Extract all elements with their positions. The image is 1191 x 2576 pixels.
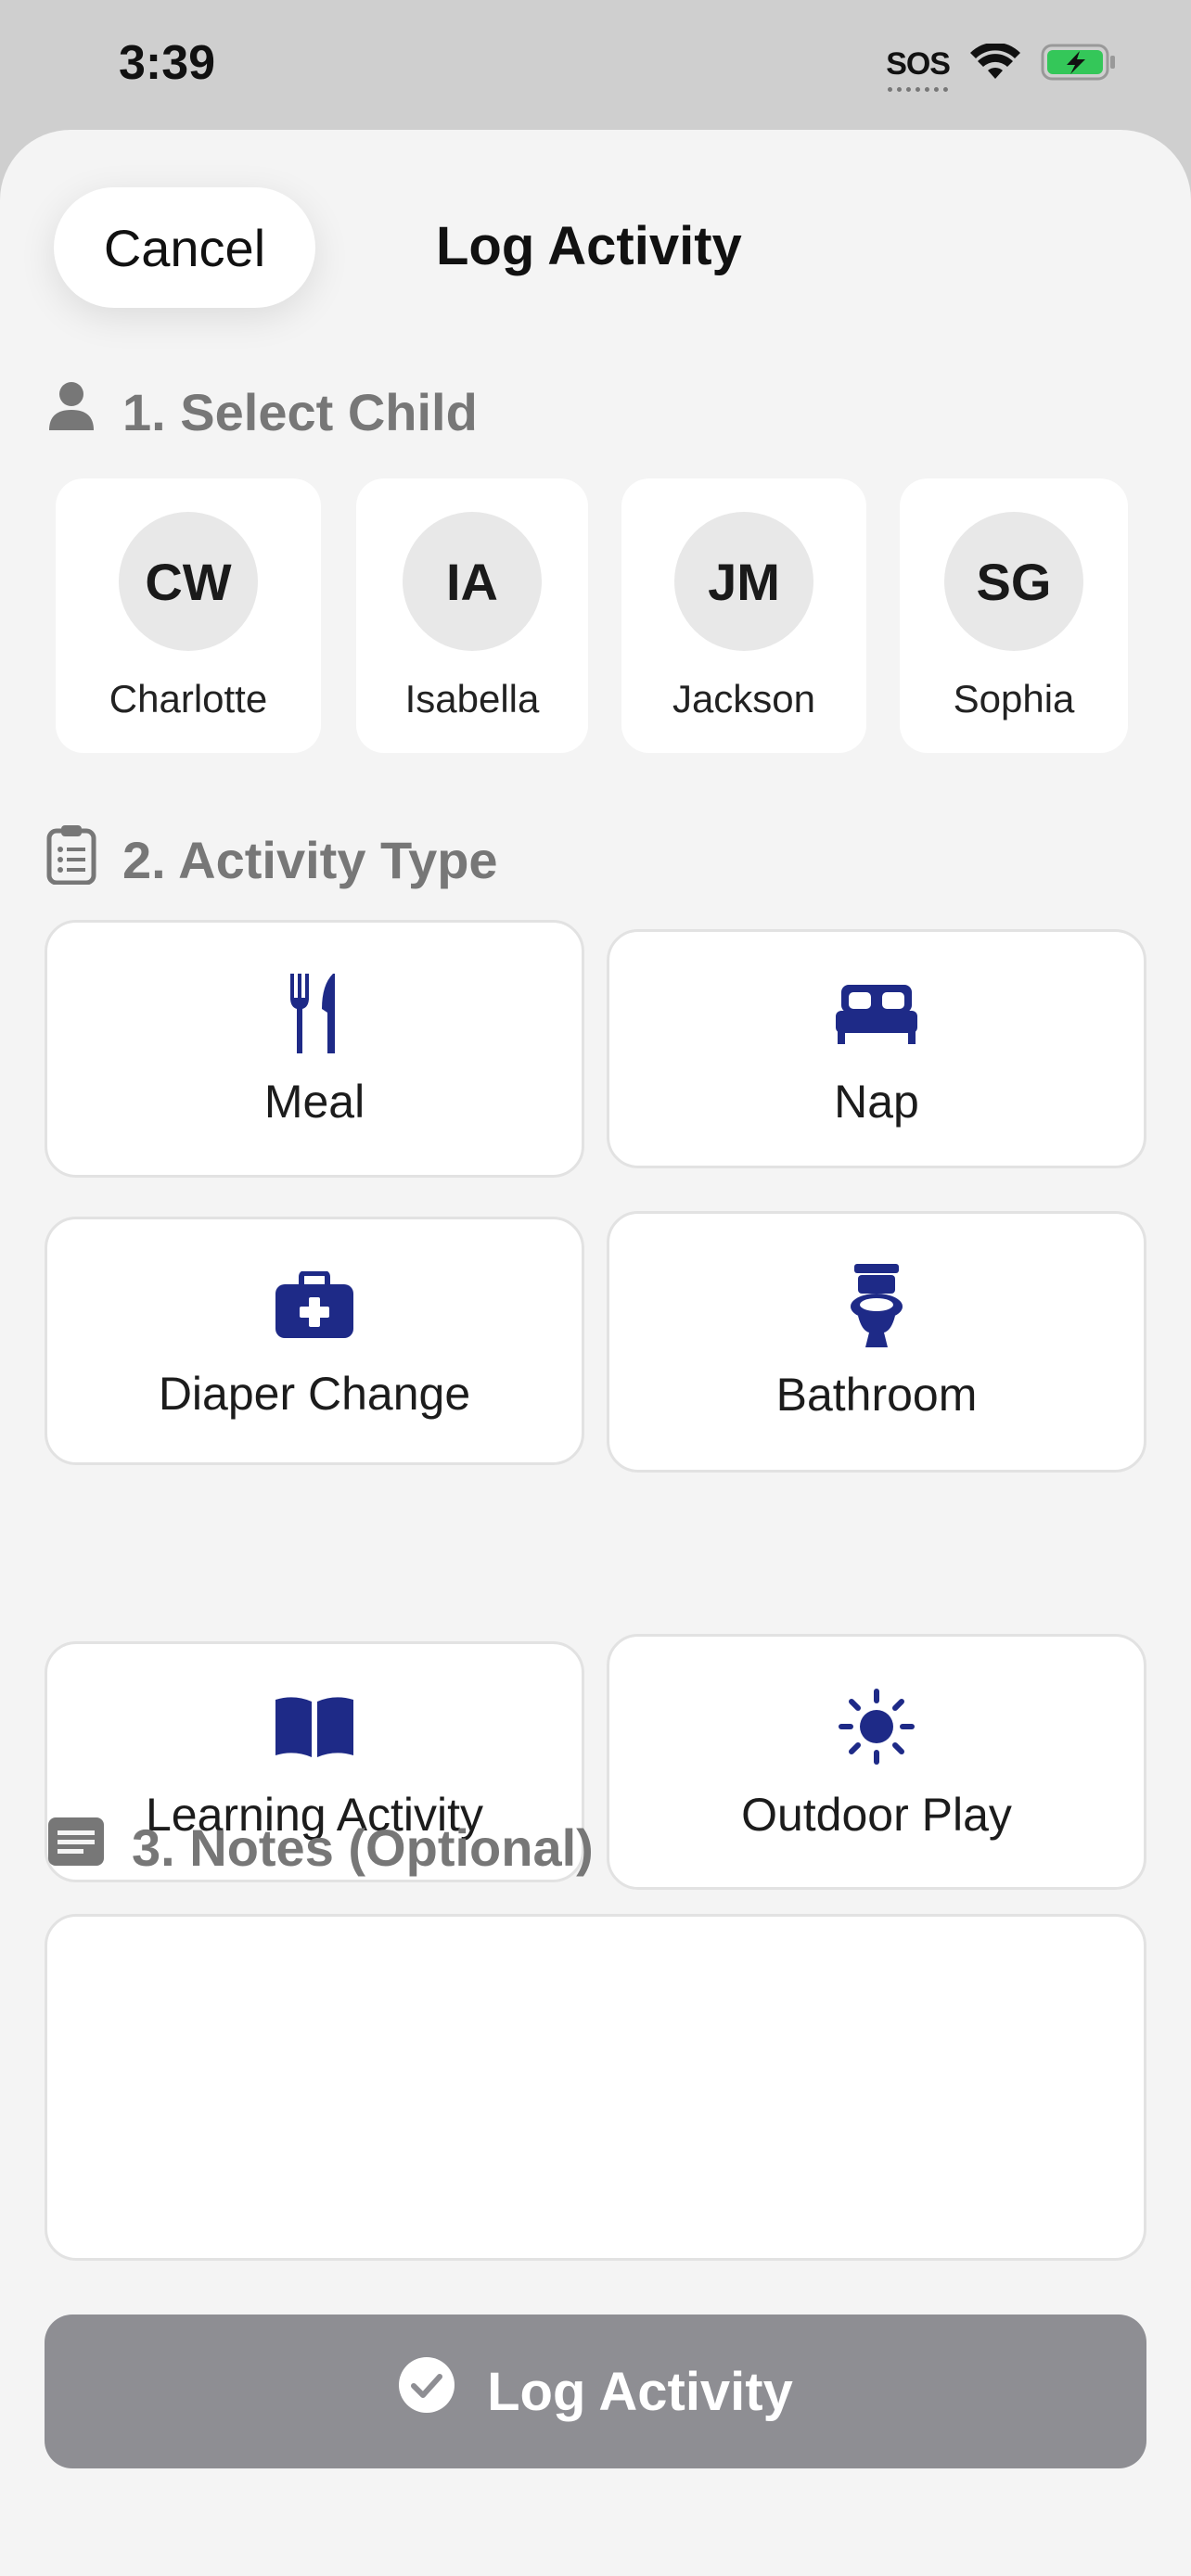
- avatar: CW: [119, 512, 258, 651]
- activity-card-outdoor-play[interactable]: Outdoor Play: [607, 1634, 1146, 1890]
- child-name: Isabella: [404, 677, 540, 721]
- section-header-select-child: 1. Select Child: [46, 380, 478, 444]
- child-card-charlotte[interactable]: CW Charlotte: [56, 478, 321, 753]
- child-card-jackson[interactable]: JM Jackson: [621, 478, 866, 753]
- battery-charging-icon: [1041, 43, 1117, 86]
- log-activity-sheet: Cancel Log Activity 1. Select Child CW C…: [0, 130, 1191, 2576]
- avatar: JM: [674, 512, 813, 651]
- page-title: Log Activity: [436, 216, 742, 276]
- toilet-icon: [849, 1262, 904, 1351]
- activity-card-meal[interactable]: Meal: [45, 920, 584, 1178]
- clipboard-icon: [46, 823, 96, 897]
- submit-label: Log Activity: [487, 2361, 793, 2422]
- activity-card-diaper-change[interactable]: Diaper Change: [45, 1217, 584, 1465]
- avatar: IA: [403, 512, 542, 651]
- activity-label: Outdoor Play: [741, 1789, 1012, 1841]
- avatar: SG: [944, 512, 1083, 651]
- activity-label: Diaper Change: [158, 1368, 471, 1420]
- cancel-button[interactable]: Cancel: [54, 187, 315, 308]
- activity-label: Bathroom: [775, 1369, 978, 1421]
- child-name: Sophia: [953, 677, 1075, 721]
- utensils-icon: [287, 969, 342, 1058]
- child-name: Jackson: [672, 677, 816, 721]
- activity-label: Meal: [263, 1076, 365, 1128]
- sun-icon: [838, 1682, 916, 1771]
- activity-label: Nap: [834, 1076, 919, 1128]
- child-name: Charlotte: [109, 677, 268, 721]
- person-icon: [46, 380, 96, 444]
- log-activity-button[interactable]: Log Activity: [45, 2315, 1146, 2468]
- medical-kit-icon: [274, 1261, 355, 1350]
- section-header-activity-type: 2. Activity Type: [46, 823, 498, 897]
- section-header-notes: 3. Notes (Optional): [46, 1816, 594, 1880]
- section-title: 2. Activity Type: [122, 831, 498, 889]
- notes-icon: [46, 1816, 106, 1880]
- wifi-icon: [970, 42, 1020, 85]
- child-card-isabella[interactable]: IA Isabella: [356, 478, 588, 753]
- section-title: 1. Select Child: [122, 383, 478, 441]
- child-card-sophia[interactable]: SG Sophia: [900, 478, 1128, 753]
- status-indicators: SOS: [886, 42, 1117, 92]
- status-time: 3:39: [119, 36, 216, 90]
- check-circle-icon: [398, 2356, 455, 2427]
- notes-input[interactable]: [45, 1914, 1146, 2261]
- section-title: 3. Notes (Optional): [132, 1818, 594, 1877]
- activity-card-bathroom[interactable]: Bathroom: [607, 1211, 1146, 1473]
- status-bar: 3:39 SOS: [0, 0, 1191, 130]
- sos-indicator: SOS: [886, 46, 951, 92]
- bed-icon: [834, 969, 919, 1058]
- activity-card-nap[interactable]: Nap: [607, 929, 1146, 1168]
- book-icon: [274, 1682, 355, 1771]
